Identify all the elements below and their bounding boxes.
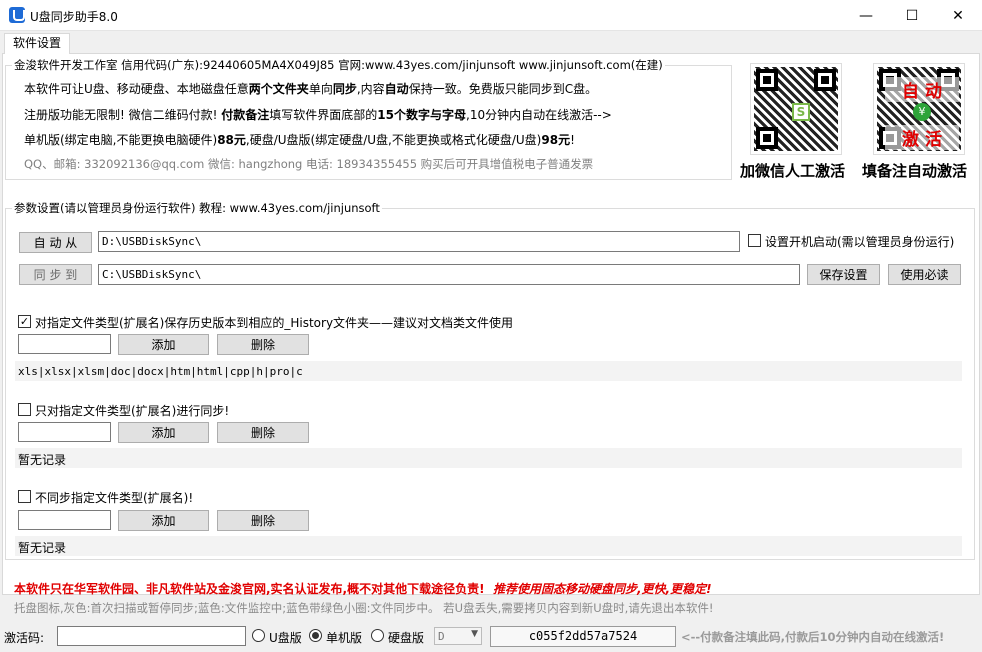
exclude-label: 不同步指定文件类型(扩展名)!: [35, 491, 194, 505]
radio-udisk-label: U盘版: [269, 631, 302, 645]
info-line-3: 单机版(绑定电脑,不能更换电脑硬件)88元,硬盘/U盘版(绑定硬盘/U盘,不能更…: [24, 133, 575, 147]
close-button[interactable]: ✕: [935, 0, 981, 31]
radio-udisk[interactable]: [252, 629, 265, 642]
machine-code-hint: <--付款备注填此码,付款后10分钟内自动在线激活!: [681, 630, 945, 644]
info-line-1: 本软件可让U盘、移动硬盘、本地磁盘任意两个文件夹单向同步,内容自动保持一致。免费…: [24, 82, 598, 96]
only-sync-ext-input[interactable]: [18, 422, 111, 442]
wechat-qr-code: S: [750, 63, 842, 155]
notice-line-1: 本软件只在华军软件园、非凡软件站及金浚官网,实名认证发布,概不对其他下载途径负责…: [14, 582, 712, 596]
autostart-checkbox[interactable]: [748, 234, 761, 247]
only-sync-ext-list[interactable]: [15, 448, 962, 468]
help-button[interactable]: 使用必读: [888, 264, 961, 285]
sync-to-button[interactable]: 同 步 到: [19, 264, 92, 285]
info-line-2: 注册版功能无限制! 微信二维码付款! 付款备注填写软件界面底部的15个数字与字母…: [24, 108, 612, 122]
exclude-ext-list[interactable]: [15, 536, 962, 556]
qr2-caption: 填备注自动激活: [862, 162, 968, 180]
drive-select-value: D: [438, 630, 445, 643]
history-ext-input[interactable]: [18, 334, 111, 354]
history-label: 对指定文件类型(扩展名)保存历史版本到相应的_History文件夹——建议对文档…: [35, 316, 514, 330]
exclude-ext-input[interactable]: [18, 510, 111, 530]
qr1-caption: 加微信人工激活: [740, 162, 846, 180]
only-sync-delete-button[interactable]: 删除: [217, 422, 309, 443]
payment-qr-code: 自 动 ¥ 激 活: [873, 63, 965, 155]
history-delete-button[interactable]: 删除: [217, 334, 309, 355]
window-title: U盘同步助手8.0: [30, 10, 118, 24]
exclude-empty: 暂无记录: [18, 541, 67, 555]
title-bar: [0, 0, 982, 31]
params-group-title: 参数设置(请以管理员身份运行软件) 教程: www.43yes.com/jinj…: [12, 201, 382, 215]
exclude-delete-button[interactable]: 删除: [217, 510, 309, 531]
radio-single[interactable]: [309, 629, 322, 642]
save-settings-button[interactable]: 保存设置: [807, 264, 880, 285]
activation-code-label: 激活码:: [4, 631, 45, 645]
target-path-input[interactable]: C:\USBDiskSync\: [98, 264, 800, 285]
autostart-label: 设置开机启动(需以管理员身份运行): [765, 235, 955, 249]
info-group-title: 金浚软件开发工作室 信用代码(广东):92440605MA4X049J85 官网…: [12, 58, 665, 72]
maximize-button[interactable]: ☐: [889, 0, 935, 31]
source-path-input[interactable]: D:\USBDiskSync\: [98, 231, 740, 252]
notice-line-2: 托盘图标,灰色:首次扫描或暂停同步;蓝色:文件监控中;蓝色带绿色小圈:文件同步中…: [14, 601, 714, 615]
radio-hdd[interactable]: [371, 629, 384, 642]
radio-single-label: 单机版: [326, 631, 363, 645]
chevron-down-icon: ▼: [471, 629, 478, 639]
radio-hdd-label: 硬盘版: [388, 631, 425, 645]
drive-select[interactable]: D ▼: [434, 627, 482, 645]
history-add-button[interactable]: 添加: [118, 334, 209, 355]
contact-info: QQ、邮箱: 332092136@qq.com 微信: hangzhong 电话…: [24, 157, 594, 171]
tab-software-settings[interactable]: 软件设置: [4, 33, 70, 54]
sync-from-button[interactable]: 自 动 从: [19, 232, 92, 253]
exclude-checkbox[interactable]: [18, 490, 31, 503]
only-sync-checkbox[interactable]: [18, 403, 31, 416]
minimize-button[interactable]: —: [843, 0, 889, 31]
exclude-add-button[interactable]: 添加: [118, 510, 209, 531]
app-icon: [9, 7, 25, 23]
machine-code-field[interactable]: c055f2dd57a7524: [490, 626, 676, 647]
history-ext-values: xls|xlsx|xlsm|doc|docx|htm|html|cpp|h|pr…: [18, 365, 303, 378]
activation-code-input[interactable]: [57, 626, 246, 646]
params-group: [5, 208, 975, 560]
only-sync-add-button[interactable]: 添加: [118, 422, 209, 443]
history-checkbox[interactable]: ✓: [18, 315, 31, 328]
only-sync-empty: 暂无记录: [18, 453, 67, 467]
only-sync-label: 只对指定文件类型(扩展名)进行同步!: [35, 404, 230, 418]
